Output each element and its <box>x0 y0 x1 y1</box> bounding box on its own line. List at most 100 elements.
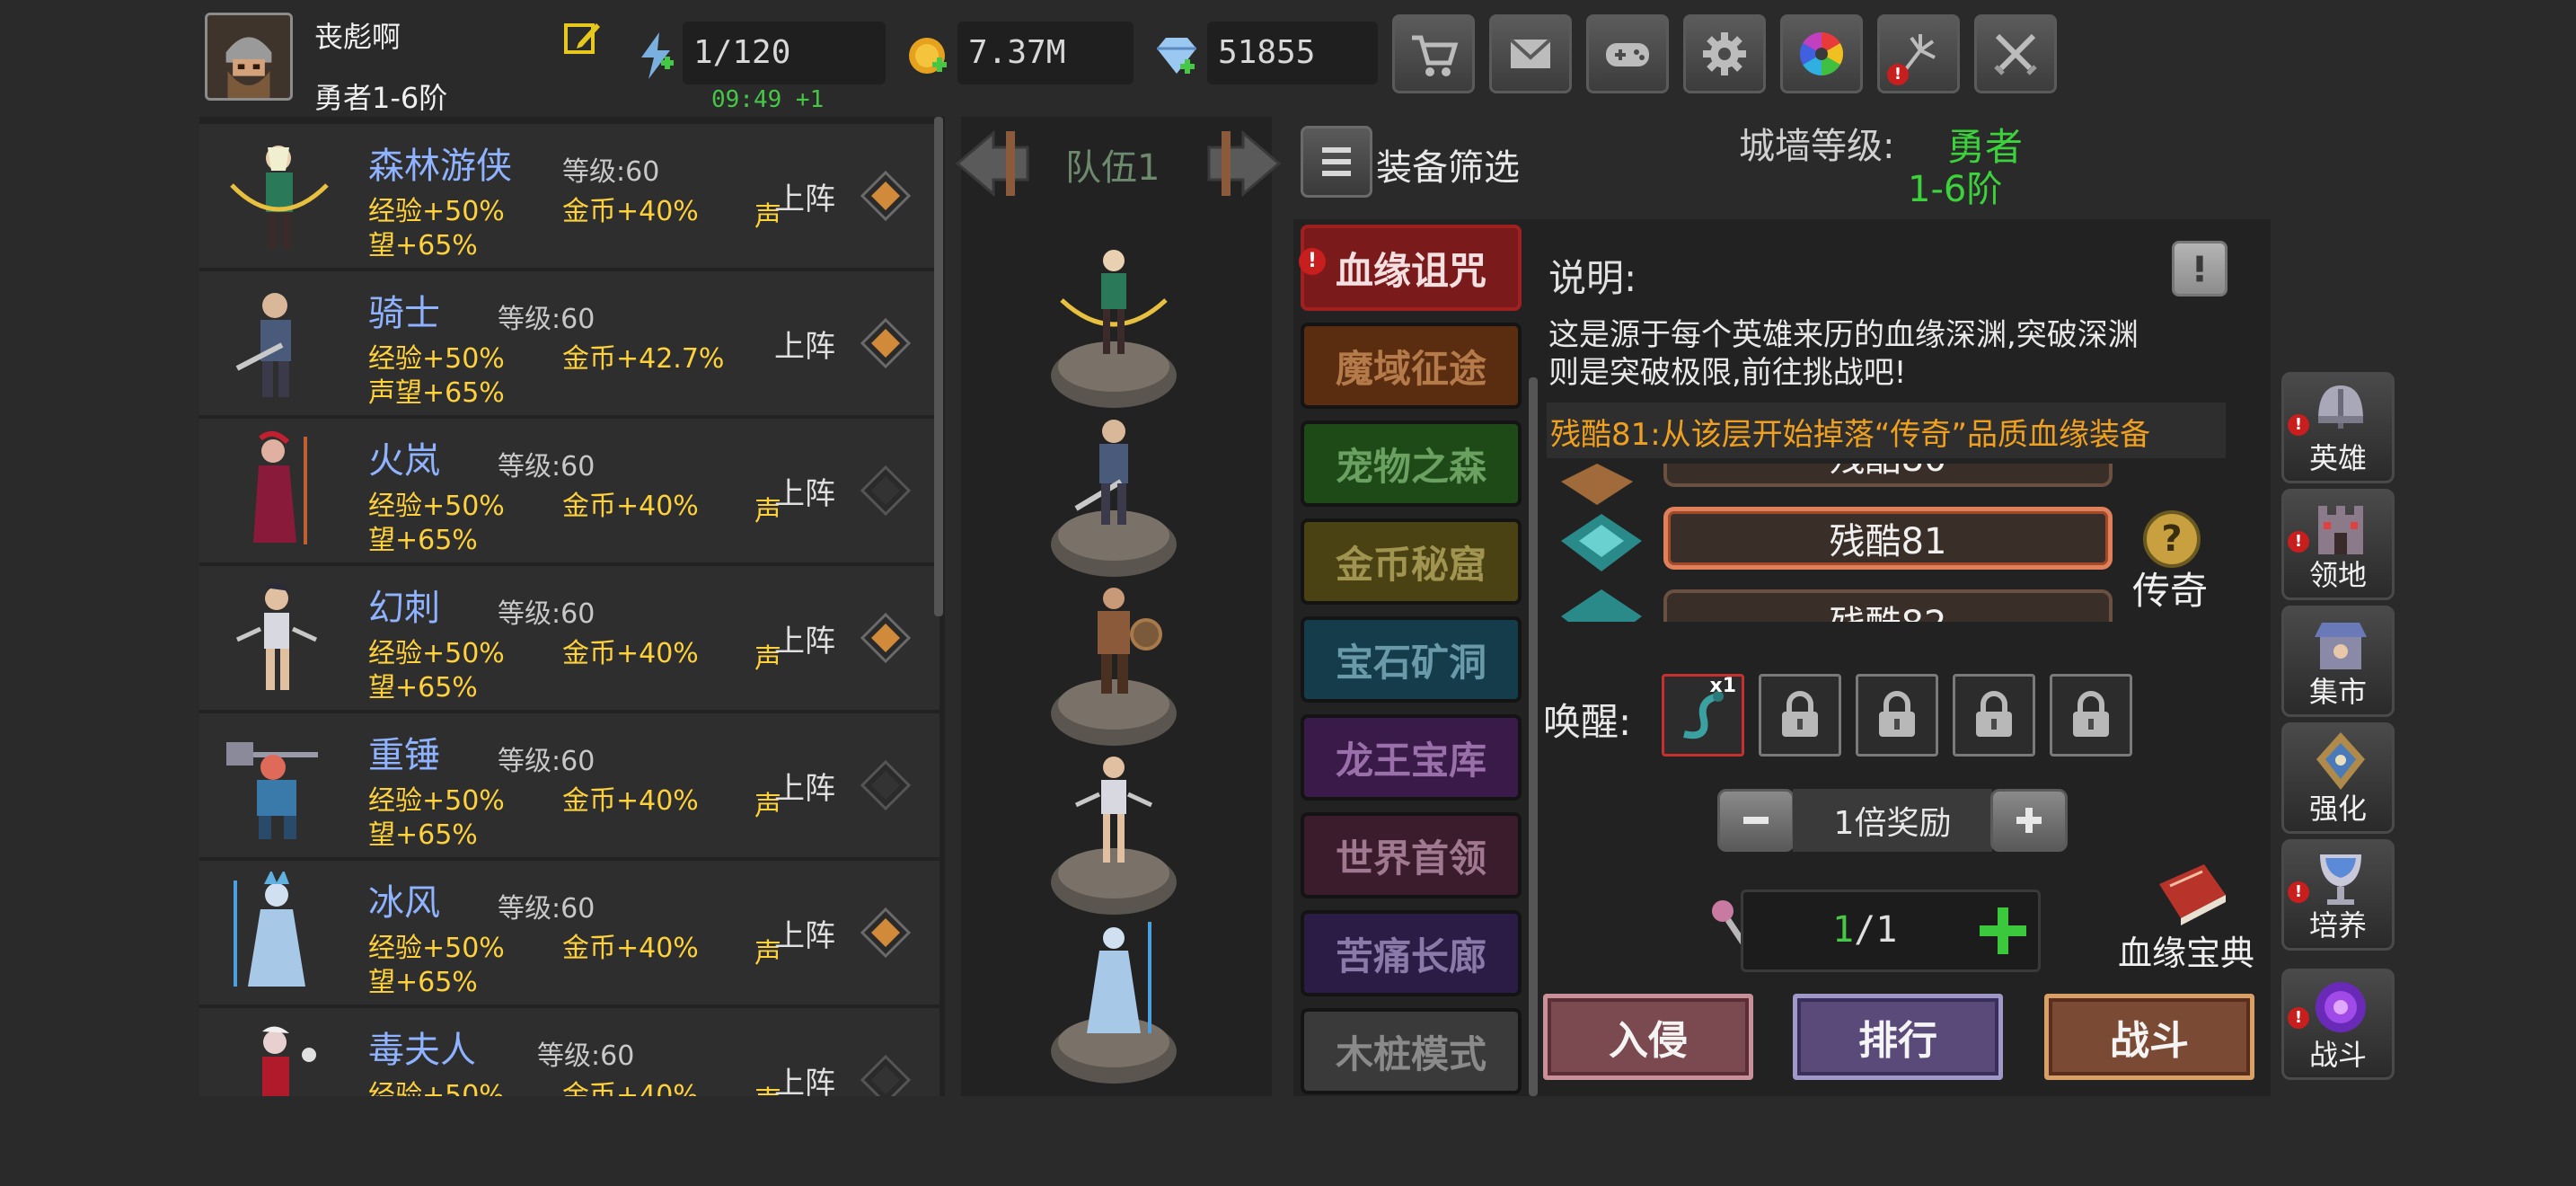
list-icon <box>1322 147 1351 176</box>
hero-row[interactable]: 重锤 等级:60 经验+50% 金币+40% 声 望+65% 上阵 <box>199 713 940 857</box>
empty-diamond-icon[interactable] <box>860 760 911 810</box>
equipped-diamond-icon[interactable] <box>860 907 911 958</box>
hero-level: 等级:60 <box>498 451 595 482</box>
player-avatar[interactable] <box>205 13 293 101</box>
equipped-diamond-icon[interactable] <box>860 171 911 221</box>
nav-market[interactable]: 集市 <box>2281 606 2395 717</box>
prev-team-arrow-icon[interactable] <box>952 128 1033 199</box>
mode-list-scrollbar[interactable] <box>1529 377 1538 1096</box>
add-attempt-icon[interactable] <box>1976 904 2030 958</box>
deploy-button[interactable]: 上阵 <box>774 616 835 660</box>
awaken-slot-locked[interactable] <box>1759 674 1841 757</box>
hero-row[interactable]: 火岚 等级:60 经验+50% 金币+40% 声 望+65% 上阵 <box>199 419 940 562</box>
color-wheel-button[interactable] <box>1780 14 1863 93</box>
mode-world-boss-button[interactable]: 世界首领 <box>1301 812 1522 898</box>
floor-option[interactable]: 残酷82 <box>1663 589 2113 622</box>
hero-gold-bonus: 金币+42.7% <box>562 343 725 375</box>
hero-fame-bonus: 望+65% <box>368 967 478 998</box>
awaken-slot-locked[interactable] <box>1856 674 1938 757</box>
equipped-diamond-icon[interactable] <box>860 613 911 663</box>
hero-list-scrollbar[interactable] <box>934 117 943 616</box>
empty-diamond-icon[interactable] <box>860 1055 911 1096</box>
gem-plus-icon[interactable] <box>1153 34 1200 77</box>
mail-button[interactable] <box>1489 14 1572 93</box>
equipment-filter-button[interactable] <box>1301 126 1372 198</box>
team-slot[interactable] <box>1049 916 1184 1087</box>
enhance-emblem-icon <box>2316 732 2365 790</box>
hero-gold-bonus: 金币+40% <box>562 933 699 964</box>
hero-row[interactable]: 骑士 等级:60 经验+50% 金币+42.7% 声望+65% 上阵 <box>199 271 940 415</box>
warrior-pedestal-icon <box>1051 588 1177 746</box>
hero-row[interactable]: 毒夫人 等级:60 经验+50% 金币+40% 声 上阵 <box>199 1008 940 1096</box>
mode-pain-corridor-button[interactable]: 苦痛长廊 <box>1301 910 1522 996</box>
mode-dummy-mode-button[interactable]: 木桩模式 <box>1301 1008 1522 1094</box>
mode-pet-forest-button[interactable]: 宠物之森 <box>1301 420 1522 507</box>
hero-fame-bonus: 望+65% <box>368 525 478 556</box>
mode-gem-mine-button[interactable]: 宝石矿洞 <box>1301 616 1522 703</box>
hero-name: 火岚 <box>368 440 440 482</box>
ranking-button[interactable]: 排行 <box>1793 994 2003 1080</box>
floor-picker[interactable]: 残酷80 残酷81 残酷82 <box>1547 464 2226 622</box>
info-icon[interactable] <box>2172 241 2228 296</box>
description-text: 这是源于每个英雄来历的血缘深渊,突破深渊 则是突破极限,前往挑战吧! <box>1548 316 2213 392</box>
hero-list[interactable]: 森林游侠 等级:60 经验+50% 金币+40% 声 望+65% 上阵 骑士 等… <box>199 117 945 1096</box>
deploy-button[interactable]: 上阵 <box>774 174 835 218</box>
mail-icon <box>1509 38 1552 68</box>
team-slot[interactable] <box>1049 748 1184 918</box>
nav-territory[interactable]: 领地 ! <box>2281 489 2395 600</box>
edit-name-icon[interactable] <box>562 18 602 58</box>
equipment-filter-label[interactable]: 装备筛选 <box>1376 138 1520 190</box>
attempts-separator: / <box>1854 909 1876 951</box>
gold-plus-icon[interactable] <box>907 34 950 77</box>
hero-gold-bonus: 金币+40% <box>562 1080 699 1096</box>
team-slot[interactable] <box>1049 579 1184 749</box>
energy-plus-icon[interactable] <box>634 31 677 81</box>
mode-gold-cave-button[interactable]: 金币秘窟 <box>1301 518 1522 605</box>
team-slot[interactable] <box>1049 410 1184 580</box>
floor-option[interactable]: 残酷80 <box>1663 464 2113 487</box>
nav-battle[interactable]: 战斗 ! <box>2281 969 2395 1080</box>
hero-row[interactable]: 冰风 等级:60 经验+50% 金币+40% 声 望+65% 上阵 <box>199 861 940 1005</box>
deploy-button[interactable]: 上阵 <box>774 1058 835 1096</box>
nav-cultivate[interactable]: 培养 ! <box>2281 839 2395 951</box>
awaken-slot-locked[interactable] <box>1953 674 2035 757</box>
gamepad-button[interactable] <box>1586 14 1669 93</box>
increase-reward-button[interactable] <box>1990 789 2068 852</box>
nav-heroes[interactable]: 英雄 ! <box>2281 372 2395 483</box>
hammer-sprite-icon <box>226 742 318 839</box>
hero-level: 等级:60 <box>498 598 595 630</box>
hero-fame-bonus: 望+65% <box>368 230 478 261</box>
decrease-reward-button[interactable] <box>1717 789 1795 852</box>
fireworks-button[interactable]: ! <box>1877 14 1960 93</box>
settings-button[interactable] <box>1683 14 1766 93</box>
mode-dragon-vault-button[interactable]: 龙王宝库 <box>1301 714 1522 801</box>
awaken-slot[interactable]: x1 <box>1662 674 1744 757</box>
blood-codex-book-icon[interactable] <box>2150 859 2231 931</box>
deploy-button[interactable]: 上阵 <box>774 911 835 955</box>
hero-row[interactable]: 森林游侠 等级:60 经验+50% 金币+40% 声 望+65% 上阵 <box>199 124 940 268</box>
floor-selected[interactable]: 残酷81 <box>1663 507 2113 570</box>
nav-enhance[interactable]: 强化 <box>2281 722 2395 834</box>
hero-gold-bonus: 金币+40% <box>562 785 699 817</box>
blood-codex-label[interactable]: 血缘宝典 <box>2118 925 2254 975</box>
mode-demon-realm-button[interactable]: 魔域征途 <box>1301 323 1522 409</box>
battle-button[interactable]: 战斗 <box>2044 994 2254 1080</box>
deploy-button[interactable]: 上阵 <box>774 469 835 513</box>
invade-button[interactable]: 入侵 <box>1543 994 1753 1080</box>
nav-cultivate-badge: ! <box>2288 881 2309 903</box>
description-line: 这是源于每个英雄来历的血缘深渊,突破深渊 <box>1548 317 2139 353</box>
player-name: 丧彪啊 <box>314 20 401 54</box>
hero-exp-bonus: 经验+50% <box>368 1080 505 1096</box>
empty-diamond-icon[interactable] <box>860 465 911 516</box>
equipped-diamond-icon[interactable] <box>860 318 911 368</box>
shop-button[interactable] <box>1392 14 1475 93</box>
deploy-button[interactable]: 上阵 <box>774 322 835 366</box>
mode-blood-curse-button[interactable]: 血缘诅咒 <box>1301 225 1522 311</box>
deploy-button[interactable]: 上阵 <box>774 764 835 808</box>
team-slot[interactable] <box>1049 241 1184 412</box>
battle-toggle-button[interactable] <box>1974 14 2057 93</box>
quality-help-icon[interactable]: ? <box>2143 510 2201 568</box>
hero-row[interactable]: 幻刺 等级:60 经验+50% 金币+40% 声 望+65% 上阵 <box>199 566 940 710</box>
next-team-arrow-icon[interactable] <box>1204 128 1284 199</box>
awaken-slot-locked[interactable] <box>2050 674 2132 757</box>
